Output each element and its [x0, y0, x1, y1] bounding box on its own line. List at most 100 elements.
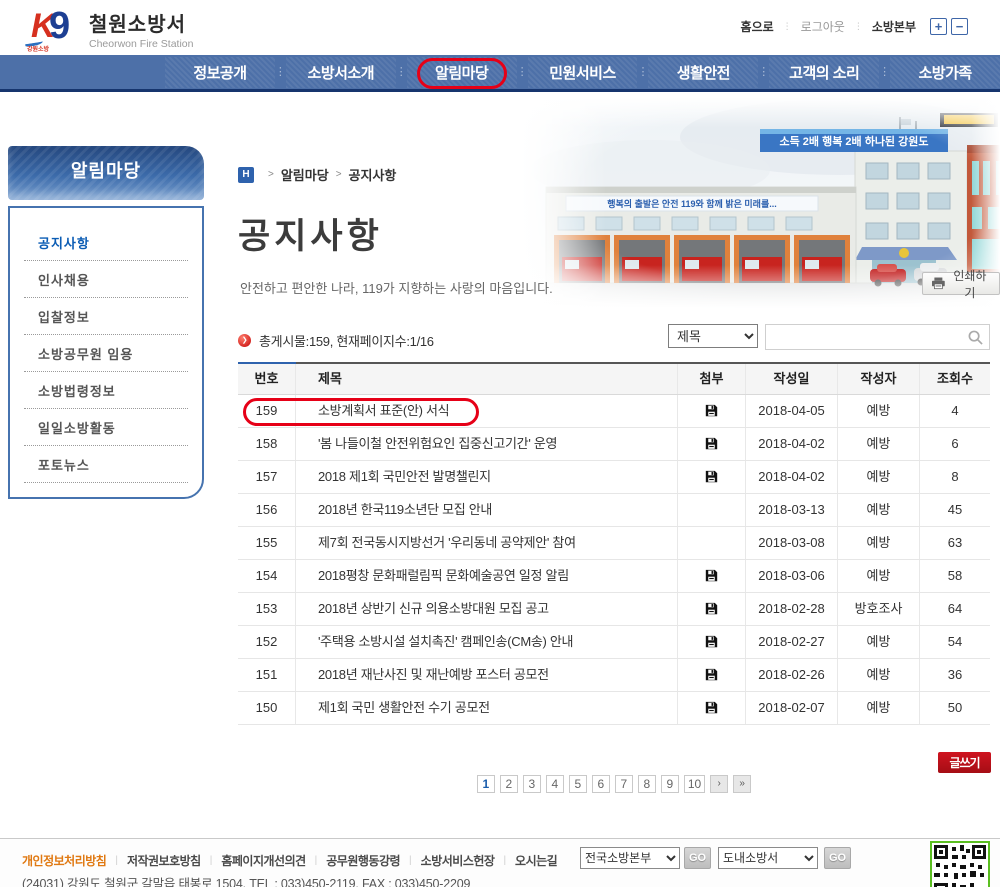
footer-link-3[interactable]: 홈페이지개선의견 [221, 852, 305, 869]
footer-link-5[interactable]: 소방서비스헌장 [421, 852, 495, 869]
row-number: 155 [238, 527, 296, 559]
table-row[interactable]: 150제1회 국민 생활안전 수기 공모전2018-02-07예방50 [238, 692, 990, 725]
row-title-link[interactable]: 2018년 재난사진 및 재난예방 포스터 공모전 [296, 659, 678, 691]
table-row[interactable]: 1542018평창 문화패럴림픽 문화예술공연 일정 알림2018-03-06예… [238, 560, 990, 593]
row-attachment [678, 461, 746, 493]
row-number: 156 [238, 494, 296, 526]
row-title-link[interactable]: 2018년 상반기 신규 의용소방대원 모집 공고 [296, 593, 678, 625]
page-button-8[interactable]: 8 [638, 775, 656, 793]
font-decrease-button[interactable]: − [951, 18, 968, 35]
row-title-link[interactable]: 2018평창 문화패럴림픽 문화예술공연 일정 알림 [296, 560, 678, 592]
sidebar-item-label[interactable]: 인사채용 [24, 261, 188, 297]
utility-link-3[interactable]: 소방본부 [872, 18, 916, 35]
attachment-disk-icon [705, 569, 718, 582]
utility-link-1[interactable]: 홈으로 [741, 18, 774, 35]
footer-link-6[interactable]: 오시는길 [515, 852, 557, 869]
footer-separator: | [115, 855, 118, 866]
sidebar-item-label[interactable]: 공지사항 [24, 224, 188, 260]
k9-fire-logo-icon: K 9 강원소방 [25, 7, 83, 51]
row-number: 154 [238, 560, 296, 592]
row-title-link[interactable]: 제1회 국민 생활안전 수기 공모전 [296, 692, 678, 724]
breadcrumb-item-2[interactable]: 공지사항 [349, 165, 397, 184]
station-select[interactable]: 도내소방서 [718, 847, 818, 869]
footer-link-1[interactable]: 개인정보처리방침 [22, 852, 106, 869]
footer-link-2[interactable]: 저작권보호방침 [127, 852, 201, 869]
row-title-link[interactable]: 2018년 한국119소년단 모집 안내 [296, 494, 678, 526]
page-button-5[interactable]: 5 [569, 775, 587, 793]
page-button-6[interactable]: 6 [592, 775, 610, 793]
row-title-link[interactable]: '봄 나들이철 안전위험요인 집중신고기간' 운영 [296, 428, 678, 460]
footer-link-4[interactable]: 공무원행동강령 [326, 852, 400, 869]
page-title: 공지사항 [238, 208, 383, 259]
nav-item-3[interactable]: 알림마당 [407, 57, 517, 88]
table-row[interactable]: 159소방계획서 표준(안) 서식2018-04-05예방4 [238, 395, 990, 428]
page-button-9[interactable]: 9 [661, 775, 679, 793]
sidebar-item-label[interactable]: 일일소방활동 [24, 409, 188, 445]
table-row[interactable]: 158'봄 나들이철 안전위험요인 집중신고기간' 운영2018-04-02예방… [238, 428, 990, 461]
sidebar-title: 알림마당 [8, 146, 204, 200]
breadcrumb-item-1[interactable]: 알림마당 [281, 165, 329, 184]
home-icon[interactable]: H [238, 167, 254, 183]
utility-link-2[interactable]: 로그아웃 [801, 18, 845, 35]
row-title-link[interactable]: 제7회 전국동시지방선거 '우리동네 공약제안' 참여 [296, 527, 678, 559]
column-header-4: 작성일 [746, 364, 838, 394]
table-row[interactable]: 155제7회 전국동시지방선거 '우리동네 공약제안' 참여2018-03-08… [238, 527, 990, 560]
station-go-button[interactable]: GO [824, 847, 851, 869]
board-summary: ❯ 총게시물:159, 현재페이지수:1/16 [238, 331, 434, 350]
utility-separator: ⋮ [854, 21, 863, 32]
row-title-link[interactable]: 2018 제1회 국민안전 발명챌린지 [296, 461, 678, 493]
row-views: 64 [920, 593, 990, 625]
row-number: 157 [238, 461, 296, 493]
row-title-link[interactable]: '주택용 소방시설 설치촉진' 캠페인송(CM송) 안내 [296, 626, 678, 658]
last-page-button[interactable]: » [733, 775, 751, 793]
nav-item-2[interactable]: 소방서소개 [286, 57, 396, 88]
row-number: 151 [238, 659, 296, 691]
column-header-1: 번호 [238, 364, 296, 394]
attachment-disk-icon [705, 701, 718, 714]
table-row[interactable]: 1562018년 한국119소년단 모집 안내2018-03-13예방45 [238, 494, 990, 527]
page-button-3[interactable]: 3 [523, 775, 541, 793]
sidebar-item-label[interactable]: 소방법령정보 [24, 372, 188, 408]
search-field-select[interactable]: 제목 [668, 324, 758, 348]
row-attachment [678, 593, 746, 625]
pagination: 123456789 10 › » [238, 775, 990, 793]
sidebar-item-label[interactable]: 소방공무원 임용 [24, 335, 188, 371]
column-header-3: 첨부 [678, 364, 746, 394]
table-row[interactable]: 1512018년 재난사진 및 재난예방 포스터 공모전2018-02-26예방… [238, 659, 990, 692]
nav-item-1[interactable]: 정보공개 [165, 57, 275, 88]
sidebar-item-7: 포토뉴스 [24, 446, 188, 483]
sidebar-item-label[interactable]: 포토뉴스 [24, 446, 188, 482]
font-increase-button[interactable]: + [930, 18, 947, 35]
page-button-4[interactable]: 4 [546, 775, 564, 793]
attachment-disk-icon [705, 668, 718, 681]
print-button[interactable]: 인쇄하기 [922, 272, 1000, 295]
table-row[interactable]: 1572018 제1회 국민안전 발명챌린지2018-04-02예방8 [238, 461, 990, 494]
page-button-1[interactable]: 1 [477, 775, 495, 793]
table-row[interactable]: 152'주택용 소방시설 설치촉진' 캠페인송(CM송) 안내2018-02-2… [238, 626, 990, 659]
search-icon[interactable] [968, 330, 983, 345]
page-button-7[interactable]: 7 [615, 775, 633, 793]
site-logo[interactable]: K 9 강원소방 철원소방서 Cheorwon Fire Station [25, 7, 193, 51]
hq-go-button[interactable]: GO [684, 847, 711, 869]
page: K 9 강원소방 철원소방서 Cheorwon Fire Station 홈으로… [0, 0, 1000, 887]
write-button[interactable]: 글쓰기 [938, 752, 991, 773]
nav-item-4[interactable]: 민원서비스 [528, 57, 638, 88]
row-attachment [678, 560, 746, 592]
page-button-2[interactable]: 2 [500, 775, 518, 793]
row-title-link[interactable]: 소방계획서 표준(안) 서식 [296, 395, 678, 427]
nav-item-5[interactable]: 생활안전 [648, 57, 758, 88]
nav-item-6[interactable]: 고객의 소리 [769, 57, 879, 88]
sidebar-item-2: 인사채용 [24, 261, 188, 298]
row-date: 2018-02-26 [746, 659, 838, 691]
fire-hq-select[interactable]: 전국소방본부 [580, 847, 680, 869]
bullet-arrow-icon: ❯ [238, 334, 251, 347]
nav-separator: ⋮ [275, 67, 286, 78]
nav-item-7[interactable]: 소방가족 [890, 57, 1000, 88]
sidebar-item-label[interactable]: 입찰정보 [24, 298, 188, 334]
page-button-10[interactable]: 10 [684, 775, 705, 793]
table-row[interactable]: 1532018년 상반기 신규 의용소방대원 모집 공고2018-02-28방호… [238, 593, 990, 626]
next-page-button[interactable]: › [710, 775, 728, 793]
search-input[interactable] [770, 326, 965, 348]
print-label: 인쇄하기 [950, 267, 990, 301]
row-number: 153 [238, 593, 296, 625]
